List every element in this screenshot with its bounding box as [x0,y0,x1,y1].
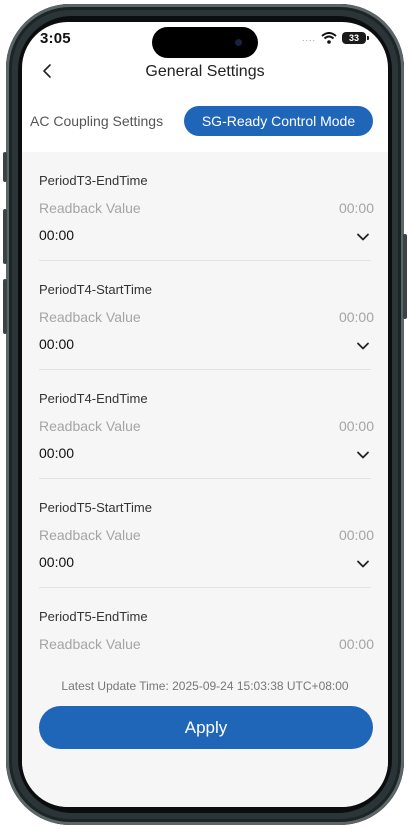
screen: 3:05 .... 33 General Settings AC Couplin… [22,22,388,807]
readback-value: 00:00 [338,527,374,543]
setting-title: PeriodT5-StartTime [39,500,152,515]
latest-update-time: Latest Update Time: 2025-09-24 15:03:38 … [61,679,349,693]
setting-item: PeriodT5-StartTime Readback Value 00:00 … [22,479,388,588]
readback-value: 00:00 [338,418,374,434]
status-time: 3:05 [40,30,71,47]
page-title: General Settings [145,63,265,80]
readback-label: Readback Value [39,636,141,652]
chevron-down-icon[interactable] [356,557,370,571]
setting-title: PeriodT5-EndTime [39,609,148,624]
side-button-left-2 [3,209,7,264]
tab-ac-coupling-settings[interactable]: AC Coupling Settings [30,113,163,129]
setting-title: PeriodT3-EndTime [39,173,148,188]
side-button-right [403,234,407,319]
time-select-value[interactable]: 00:00 [39,336,74,352]
readback-label: Readback Value [39,527,141,543]
status-icons: .... 33 [301,32,369,44]
readback-value: 00:00 [338,200,374,216]
chevron-down-icon[interactable] [356,448,370,462]
setting-item: PeriodT4-StartTime Readback Value 00:00 … [22,261,388,370]
chevron-down-icon[interactable] [356,230,370,244]
setting-item: PeriodT5-EndTime Readback Value 00:00 [22,588,388,662]
readback-label: Readback Value [39,200,141,216]
time-select-value[interactable]: 00:00 [39,445,74,461]
signal-icon: .... [301,33,316,43]
side-button-left-1 [3,152,7,182]
footer: Latest Update Time: 2025-09-24 15:03:38 … [22,662,388,807]
setting-item: PeriodT3-EndTime Readback Value 00:00 00… [22,152,388,261]
readback-label: Readback Value [39,309,141,325]
wifi-icon [321,32,337,44]
time-select-value[interactable]: 00:00 [39,554,74,570]
apply-button[interactable]: Apply [39,706,373,749]
readback-value: 00:00 [338,636,374,652]
setting-title: PeriodT4-StartTime [39,282,152,297]
camera-icon [235,39,242,46]
settings-list: PeriodT3-EndTime Readback Value 00:00 00… [22,152,388,662]
readback-label: Readback Value [39,418,141,434]
dynamic-island [152,27,258,58]
chevron-down-icon[interactable] [356,339,370,353]
readback-value: 00:00 [338,309,374,325]
setting-item: PeriodT4-EndTime Readback Value 00:00 00… [22,370,388,479]
battery-icon: 33 [342,32,369,44]
tab-sg-ready-control-mode[interactable]: SG-Ready Control Mode [184,106,373,136]
time-select-value[interactable]: 00:00 [39,227,74,243]
setting-title: PeriodT4-EndTime [39,391,148,406]
side-button-left-3 [3,279,7,334]
